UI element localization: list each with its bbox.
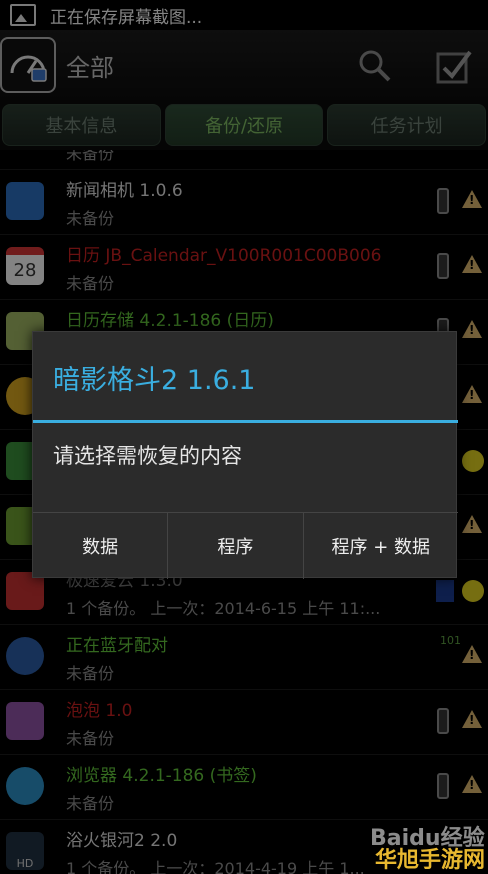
dialog-button-bar: 数据 程序 程序 + 数据	[33, 512, 458, 579]
watermark-site: 华旭手游网	[375, 848, 486, 873]
dialog-divider	[33, 420, 458, 423]
restore-data-button[interactable]: 数据	[33, 513, 169, 579]
dialog-message: 请选择需恢复的内容	[53, 444, 242, 468]
restore-app-data-button[interactable]: 程序 + 数据	[304, 513, 458, 579]
restore-dialog: 暗影格斗2 1.6.1 请选择需恢复的内容 数据 程序 程序 + 数据	[32, 331, 458, 579]
restore-app-button[interactable]: 程序	[168, 513, 304, 579]
dialog-title: 暗影格斗2 1.6.1	[53, 365, 256, 396]
